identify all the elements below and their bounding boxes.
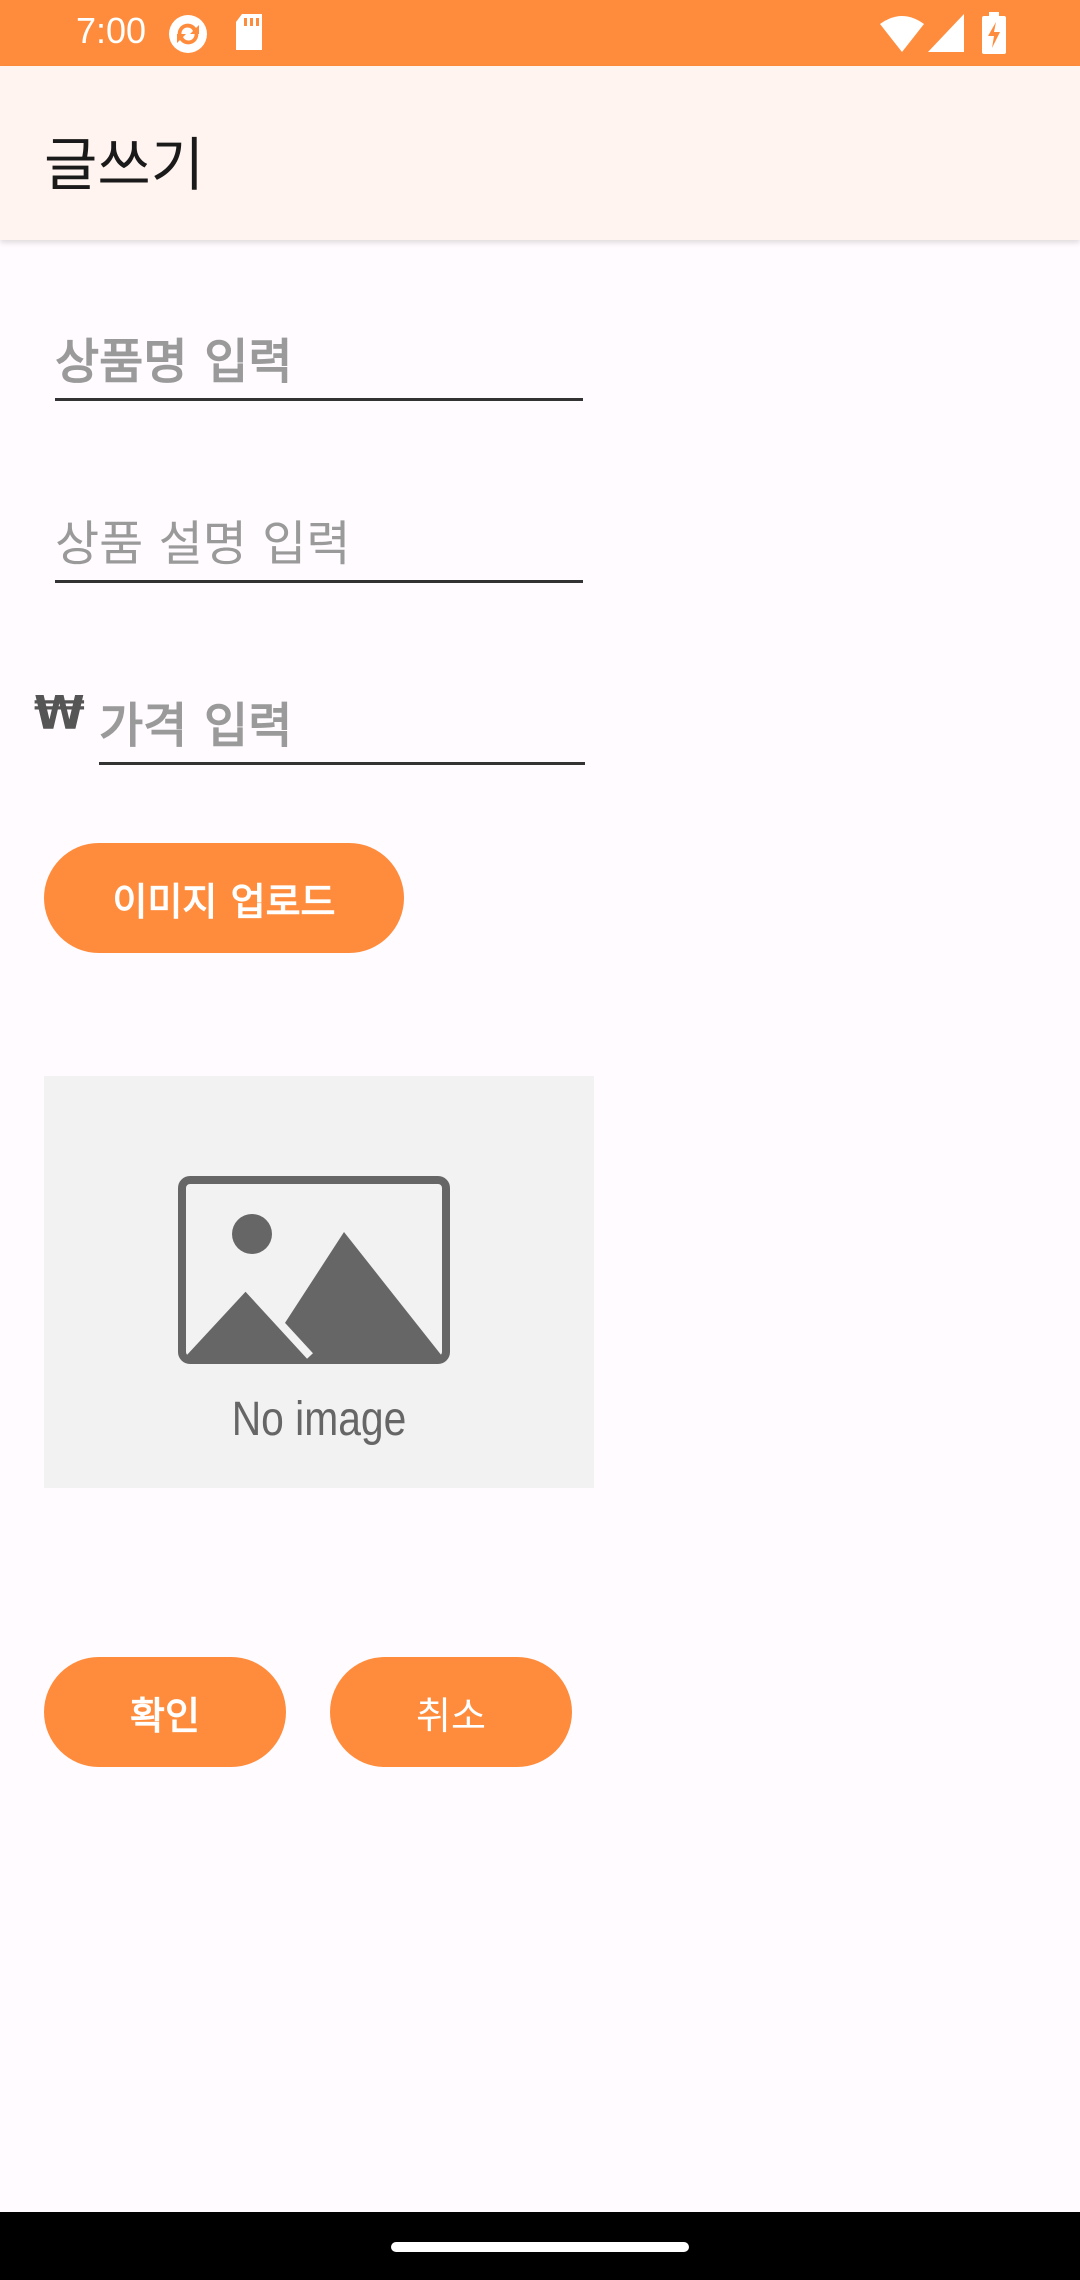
product-name-input[interactable] xyxy=(55,334,583,390)
status-bar: 7:00 xyxy=(0,0,1080,66)
product-description-field[interactable] xyxy=(55,512,583,583)
cancel-button[interactable]: 취소 xyxy=(330,1657,572,1767)
product-description-input[interactable] xyxy=(55,516,583,572)
no-image-text: No image xyxy=(231,1393,407,1446)
image-upload-button[interactable]: 이미지 업로드 xyxy=(44,843,404,953)
confirm-label: 확인 xyxy=(130,1693,200,1738)
price-input[interactable] xyxy=(99,698,585,754)
sd-card-icon xyxy=(234,14,264,56)
status-time: 7:00 xyxy=(76,10,147,51)
currency-symbol: ₩ xyxy=(34,686,85,740)
product-name-field[interactable] xyxy=(55,330,583,401)
wifi-icon xyxy=(880,16,924,56)
navigation-bar xyxy=(0,2212,1080,2280)
signal-icon xyxy=(928,14,964,56)
page-title: 글쓰기 xyxy=(44,131,205,199)
sync-icon xyxy=(168,14,208,58)
image-upload-label: 이미지 업로드 xyxy=(112,879,336,924)
cancel-label: 취소 xyxy=(416,1693,486,1738)
image-preview: No image xyxy=(44,1076,594,1488)
home-gesture-handle[interactable] xyxy=(391,2242,689,2252)
price-field[interactable] xyxy=(99,694,585,765)
confirm-button[interactable]: 확인 xyxy=(44,1657,286,1767)
app-bar: 글쓰기 xyxy=(0,66,1080,240)
battery-icon xyxy=(982,12,1006,58)
